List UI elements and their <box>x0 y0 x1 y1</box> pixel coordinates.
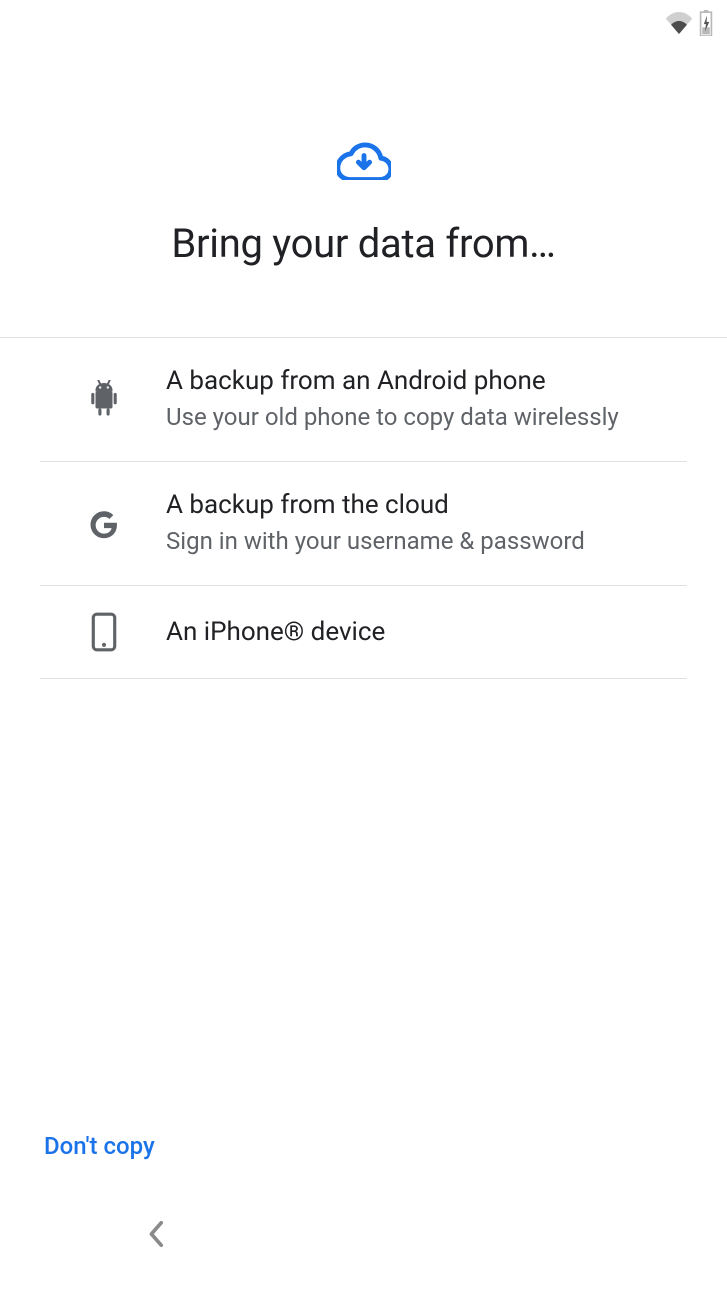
option-text: A backup from the cloud Sign in with you… <box>166 488 585 559</box>
option-text: An iPhone® device <box>166 615 385 650</box>
status-bar <box>665 10 713 40</box>
option-subtitle: Use your old phone to copy data wireless… <box>166 399 619 435</box>
option-text: A backup from an Android phone Use your … <box>166 364 619 435</box>
option-title: A backup from the cloud <box>166 488 585 523</box>
cloud-download-icon <box>0 140 727 180</box>
dont-copy-button[interactable]: Don't copy <box>44 1132 155 1160</box>
wifi-icon <box>665 12 693 38</box>
option-iphone[interactable]: An iPhone® device <box>40 586 687 679</box>
option-android-backup[interactable]: A backup from an Android phone Use your … <box>40 338 687 462</box>
battery-charging-icon <box>699 10 713 40</box>
option-title: An iPhone® device <box>166 615 385 650</box>
back-icon[interactable] <box>148 1220 166 1252</box>
android-icon <box>86 380 122 420</box>
smartphone-icon <box>86 612 122 652</box>
google-g-icon <box>86 504 122 544</box>
page-title: Bring your data from… <box>0 220 727 267</box>
option-title: A backup from an Android phone <box>166 364 619 399</box>
option-cloud-backup[interactable]: A backup from the cloud Sign in with you… <box>40 462 687 586</box>
nav-bar <box>0 1220 727 1252</box>
options-list: A backup from an Android phone Use your … <box>0 337 727 679</box>
option-subtitle: Sign in with your username & password <box>166 523 585 559</box>
